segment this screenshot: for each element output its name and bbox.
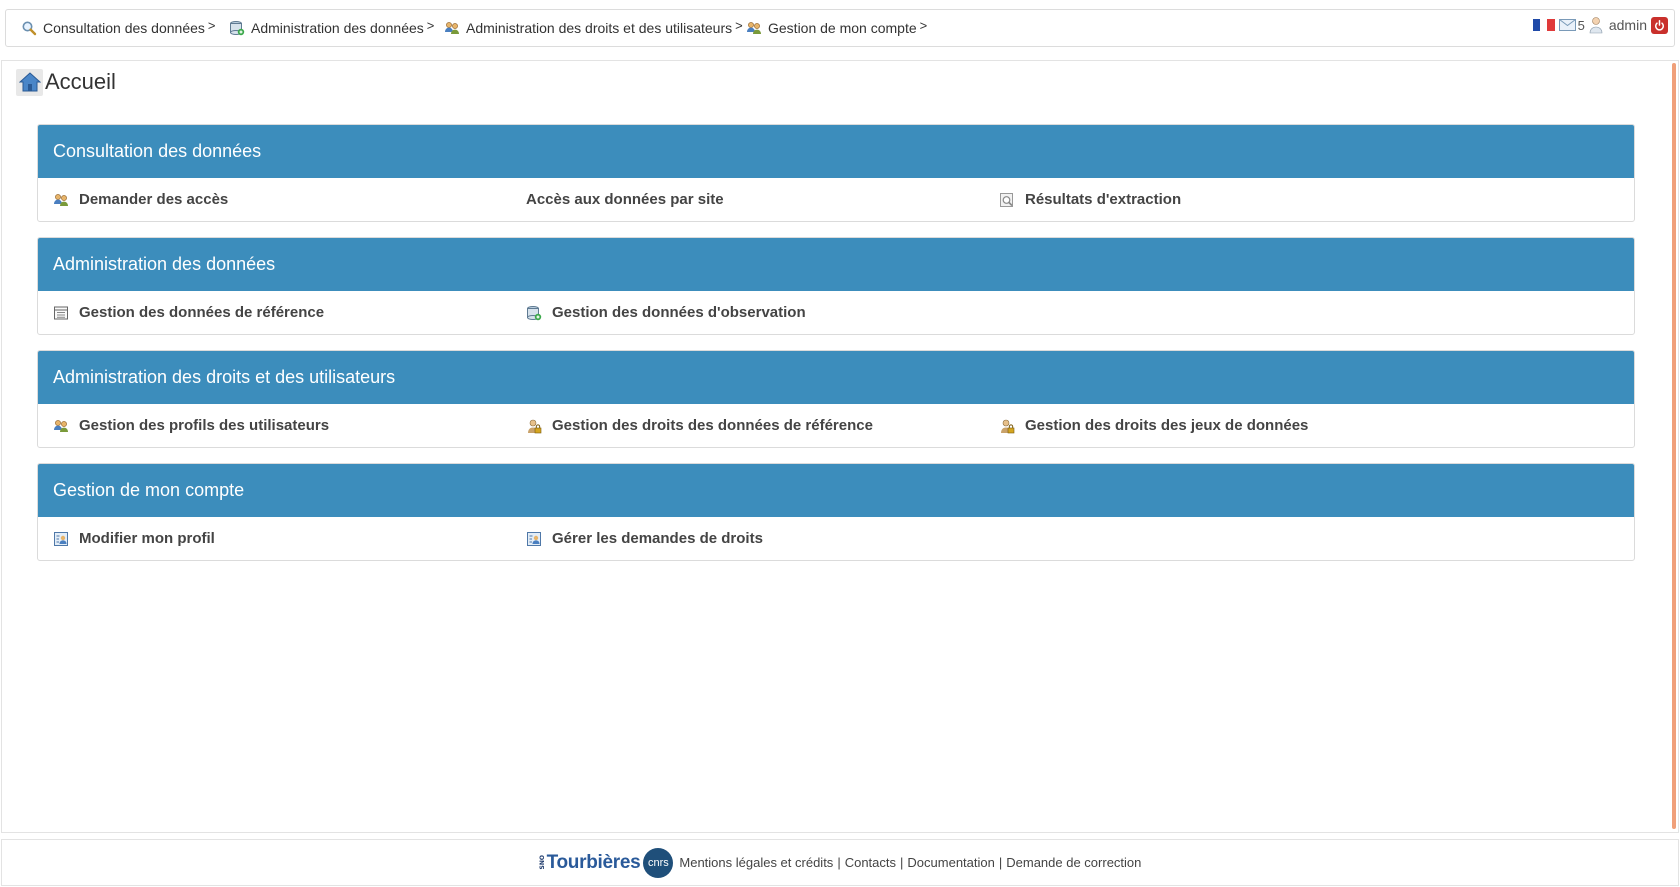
separator: | [837,855,841,870]
separator: | [998,855,1003,870]
power-icon[interactable] [1651,16,1668,34]
menu-gestion-compte-label: Gestion de mon compte [768,20,917,36]
menu-consultation[interactable]: Consultation des données > [21,10,216,46]
profile-card-icon [53,531,69,547]
main-content: Accueil Consultation des données Demande… [1,60,1679,833]
user-lock-icon [999,418,1015,434]
mail-icon[interactable] [1558,19,1576,31]
link-label: Gestion des données de référence [79,304,325,321]
logo-sno-text: SNO [538,855,546,870]
link-gerer-demandes-droits[interactable]: Gérer les demandes de droits [526,517,763,560]
link-resultats-extraction[interactable]: Résultats d'extraction [999,178,1181,221]
link-label: Gestion des droits des données de référe… [552,417,873,434]
link-mentions-legales[interactable]: Mentions légales et crédits [679,855,833,870]
chevron-right-icon: > [207,17,216,33]
users-icon [444,20,460,36]
section-header: Administration des données [38,238,1634,291]
database-icon [526,305,542,321]
link-label: Gestion des profils des utilisateurs [79,417,330,434]
home-icon [16,68,43,96]
link-label: Demander des accès [79,191,229,208]
page-title-text: Accueil [45,69,116,94]
section-admin-droits: Administration des droits et des utilisa… [37,350,1635,448]
message-count: 5 [1577,17,1585,33]
link-gestion-donnees-reference[interactable]: Gestion des données de référence [53,291,324,334]
chevron-right-icon: > [426,17,435,33]
link-gestion-donnees-observation[interactable]: Gestion des données d'observation [526,291,806,334]
footer-links: Mentions légales et crédits | Contacts |… [679,855,1141,870]
profile-card-icon [526,531,542,547]
menu-admin-donnees[interactable]: Administration des données > [229,10,434,46]
section-gestion-compte: Gestion de mon compte Modifier mon profi… [37,463,1635,561]
link-contacts[interactable]: Contacts [845,855,896,870]
link-droits-donnees-reference[interactable]: Gestion des droits des données de référe… [526,404,873,447]
link-demande-correction[interactable]: Demande de correction [1006,855,1141,870]
french-flag-icon[interactable] [1532,19,1555,31]
user-lock-icon [526,418,542,434]
users-icon [53,192,69,208]
footer: SNO Tourbières cnrs Mentions légales et … [1,839,1679,886]
page-title: Accueil [16,67,116,97]
users-icon [746,20,762,36]
scrollbar[interactable] [1672,63,1676,829]
cnrs-logo: cnrs [643,847,674,878]
menu-gestion-compte[interactable]: Gestion de mon compte > [746,10,927,46]
chevron-right-icon: > [919,17,928,33]
link-modifier-profil[interactable]: Modifier mon profil [53,517,215,560]
separator: | [900,855,904,870]
section-admin-donnees: Administration des données Gestion des d… [37,237,1635,335]
user-icon [1589,16,1603,34]
link-demander-acces[interactable]: Demander des accès [53,178,228,221]
link-label: Modifier mon profil [79,530,215,547]
section-header: Administration des droits et des utilisa… [38,351,1634,404]
magnifier-document-icon [999,192,1015,208]
link-label: Gérer les demandes de droits [552,530,763,547]
logo-text: Tourbières [546,851,641,873]
search-icon [21,20,37,36]
menu-consultation-label: Consultation des données [43,20,205,36]
table-icon [53,305,69,321]
section-consultation: Consultation des données Demander des ac… [37,124,1635,222]
link-label: Gestion des droits des jeux de données [1025,417,1309,434]
link-label: Accès aux données par site [526,191,724,208]
chevron-right-icon: > [735,17,743,33]
users-icon [53,418,69,434]
user-tools: 5 admin [1532,10,1668,40]
username-link[interactable]: admin [1609,17,1647,33]
link-documentation[interactable]: Documentation [907,855,994,870]
link-acces-donnees-site[interactable]: Accès aux données par site [526,178,724,221]
link-droits-jeux-donnees[interactable]: Gestion des droits des jeux de données [999,404,1308,447]
section-header: Gestion de mon compte [38,464,1634,517]
link-label: Résultats d'extraction [1025,191,1182,208]
database-icon [229,20,245,36]
top-menu-bar: Consultation des données > Administratio… [5,9,1675,47]
menu-admin-donnees-label: Administration des données [251,20,424,36]
link-gestion-profils[interactable]: Gestion des profils des utilisateurs [53,404,329,447]
link-label: Gestion des données d'observation [552,304,806,321]
tourbieres-logo: SNO Tourbières cnrs [538,847,674,878]
section-header: Consultation des données [38,125,1634,178]
menu-admin-droits[interactable]: Administration des droits et des utilisa… [444,10,743,46]
menu-admin-droits-label: Administration des droits et des utilisa… [466,20,733,36]
